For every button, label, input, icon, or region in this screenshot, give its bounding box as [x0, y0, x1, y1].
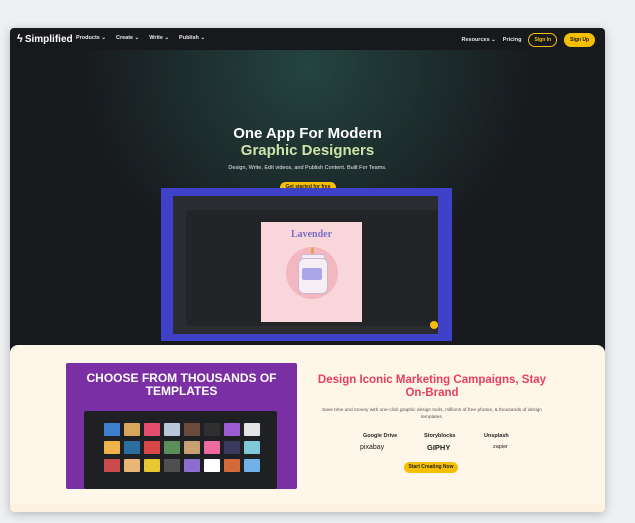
templates-title: CHOOSE FROM THOUSANDS OF TEMPLATES	[86, 371, 277, 398]
help-icon	[430, 321, 438, 329]
template-thumb	[164, 423, 180, 436]
template-thumb	[204, 441, 220, 454]
template-thumb	[184, 423, 200, 436]
template-thumb	[164, 441, 180, 454]
hero-subtitle: Design, Write, Edit videos, and Publish …	[228, 165, 387, 171]
unsplash-logo: Unsplash	[484, 433, 509, 439]
sign-up-button[interactable]: Sign Up	[564, 33, 595, 47]
nav-menu: Products ⌄ Create ⌄ Write ⌄ Publish ⌄	[76, 35, 205, 41]
nav-pricing[interactable]: Pricing	[503, 37, 522, 43]
template-thumb	[124, 459, 140, 472]
hero-title-line2: Graphic Designers	[240, 142, 375, 159]
templates-mockup	[84, 411, 277, 489]
demo-preview: Lavender	[161, 188, 452, 341]
template-thumb	[204, 423, 220, 436]
template-thumb	[104, 459, 120, 472]
template-thumb	[224, 441, 240, 454]
pixabay-logo: pixabay	[360, 444, 385, 451]
zapier-logo: zapier	[493, 444, 508, 450]
template-thumb	[144, 423, 160, 436]
editor-timeline	[186, 326, 438, 334]
template-thumb	[224, 423, 240, 436]
jar-label	[302, 268, 322, 280]
template-thumb	[204, 459, 220, 472]
template-thumb	[144, 459, 160, 472]
sign-in-button[interactable]: Sign In	[528, 33, 558, 47]
template-thumb	[244, 441, 260, 454]
google-drive-logo: Google Drive	[363, 433, 398, 439]
candle-flame-icon	[311, 247, 314, 254]
bolt-icon: ϟ	[17, 33, 23, 45]
storyblocks-logo: Storyblocks	[424, 433, 456, 439]
editor-toolbar	[173, 196, 438, 210]
giphy-logo: GIPHY	[427, 443, 451, 452]
next-section-preview	[10, 504, 605, 512]
template-thumb	[244, 423, 260, 436]
template-thumb	[224, 459, 240, 472]
browser-window: ϟ Simplified Products ⌄ Create ⌄ Write ⌄…	[10, 28, 605, 512]
hero-title-line1: One App For Modern	[233, 125, 382, 142]
nav-resources[interactable]: Resources ⌄	[462, 37, 496, 43]
template-thumb	[184, 441, 200, 454]
nav-write[interactable]: Write ⌄	[149, 35, 169, 41]
template-thumb	[184, 459, 200, 472]
template-thumb	[104, 441, 120, 454]
nav-create[interactable]: Create ⌄	[116, 35, 139, 41]
nav-publish[interactable]: Publish ⌄	[179, 35, 205, 41]
logo-text: Simplified	[24, 33, 73, 45]
marketing-subtitle: Save time and money with one-click graph…	[322, 408, 542, 420]
editor-sidebar	[173, 210, 186, 334]
top-nav: ϟ Simplified Products ⌄ Create ⌄ Write ⌄…	[10, 28, 605, 50]
template-thumb	[244, 459, 260, 472]
nav-products[interactable]: Products ⌄	[76, 35, 106, 41]
marketing-title: Design Iconic Marketing Campaigns, Stay …	[317, 374, 547, 399]
features-section: CHOOSE FROM THOUSANDS OF TEMPLATES Desig…	[10, 345, 605, 512]
design-canvas: Lavender	[261, 222, 362, 322]
template-thumb	[144, 441, 160, 454]
template-thumb	[124, 423, 140, 436]
template-thumb	[164, 459, 180, 472]
template-thumb	[104, 423, 120, 436]
editor-mockup: Lavender	[173, 196, 438, 334]
logo[interactable]: ϟ Simplified	[17, 33, 73, 45]
start-creating-button[interactable]: Start Creating Now	[404, 462, 458, 473]
template-thumb	[124, 441, 140, 454]
canvas-title: Lavender	[290, 229, 333, 240]
hero-section: One App For Modern Graphic Designers Des…	[10, 50, 605, 350]
nav-right: Resources ⌄ Pricing Sign In Sign Up	[462, 33, 595, 47]
templates-card: CHOOSE FROM THOUSANDS OF TEMPLATES	[66, 363, 297, 489]
